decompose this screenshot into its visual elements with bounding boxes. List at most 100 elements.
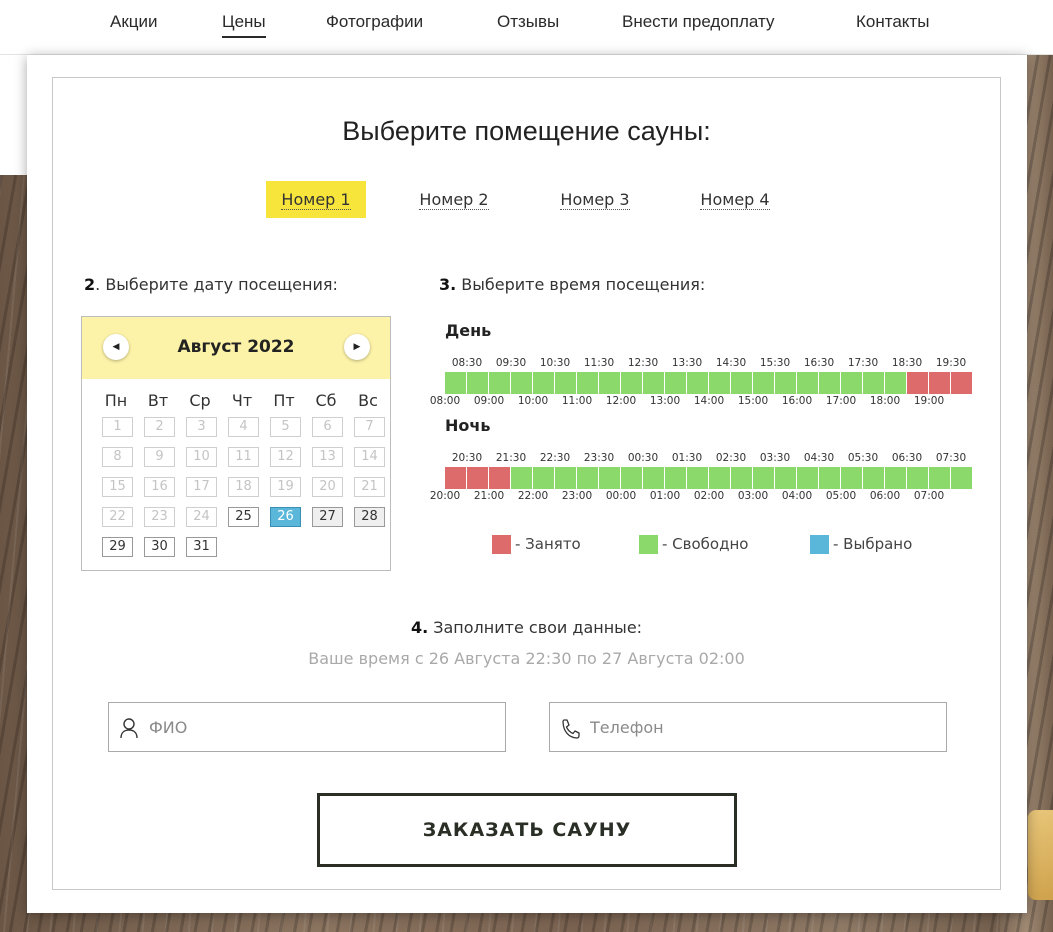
time-slot-free[interactable] <box>621 467 643 489</box>
phone-input[interactable] <box>590 703 940 751</box>
time-tick-label: 05:30 <box>847 452 879 464</box>
time-slot-free[interactable] <box>797 372 819 394</box>
time-tick-label: 17:30 <box>847 357 879 369</box>
calendar-day: 14 <box>354 447 385 467</box>
time-slot-free[interactable] <box>577 372 599 394</box>
time-slot-free[interactable] <box>863 372 885 394</box>
time-slot-free[interactable] <box>533 372 555 394</box>
time-slot-free[interactable] <box>819 372 841 394</box>
time-slot-free[interactable] <box>599 467 621 489</box>
nav-link-contacts[interactable]: Контакты <box>856 12 929 36</box>
time-slot-free[interactable] <box>819 467 841 489</box>
nav-link-photos[interactable]: Фотографии <box>326 12 423 36</box>
time-tick-label: 00:00 <box>605 490 637 502</box>
date-picker: ◀ Август 2022 ▶ Пн Вт Ср Чт Пт Сб Вс 1 2 3 4 5 6 7 8 9 1… <box>81 316 391 571</box>
time-tick-label: 10:30 <box>539 357 571 369</box>
time-slot-free[interactable] <box>511 372 533 394</box>
time-slot-free[interactable] <box>687 372 709 394</box>
calendar-day: 8 <box>102 447 133 467</box>
time-tick-label: 05:00 <box>825 490 857 502</box>
next-month-button[interactable]: ▶ <box>344 334 370 360</box>
time-slot-free[interactable] <box>907 467 929 489</box>
time-slot-free[interactable] <box>731 372 753 394</box>
weekday-label: Сб <box>315 391 337 410</box>
booking-card: Выберите помещение сауны: Номер 1 Номер … <box>27 55 1027 913</box>
name-input[interactable] <box>149 703 499 751</box>
nav-link-prices[interactable]: Цены <box>222 12 266 38</box>
time-slot-free[interactable] <box>753 372 775 394</box>
calendar-day: 21 <box>354 477 385 497</box>
calendar-day: 16 <box>144 477 175 497</box>
calendar-day[interactable]: 26 <box>270 507 301 527</box>
page-title: Выберите помещение сауны: <box>342 116 711 146</box>
calendar-day: 17 <box>186 477 217 497</box>
time-tick-label: 14:30 <box>715 357 747 369</box>
calendar-day[interactable]: 25 <box>228 507 259 527</box>
time-tick-label: 06:30 <box>891 452 923 464</box>
time-slot-free[interactable] <box>775 372 797 394</box>
nav-link-promotions[interactable]: Акции <box>110 12 158 36</box>
time-slot-free[interactable] <box>621 372 643 394</box>
calendar-day[interactable]: 30 <box>144 537 175 557</box>
time-slot-free[interactable] <box>731 467 753 489</box>
night-title: Ночь <box>445 416 491 435</box>
nav-link-reviews[interactable]: Отзывы <box>497 12 559 36</box>
time-slot-free[interactable] <box>753 467 775 489</box>
date-section-label: 2. Выберите дату посещения: <box>84 275 338 294</box>
room-tab-3[interactable]: Номер 3 <box>545 181 645 218</box>
time-slot-free[interactable] <box>863 467 885 489</box>
time-slot-free[interactable] <box>511 467 533 489</box>
time-slot-free[interactable] <box>797 467 819 489</box>
time-slot-free[interactable] <box>885 372 907 394</box>
time-slot-free[interactable] <box>467 372 489 394</box>
calendar-day[interactable]: 29 <box>102 537 133 557</box>
step-text: . Выберите дату посещения: <box>95 275 338 294</box>
top-navigation: Акции Цены Фотографии Отзывы Внести пред… <box>0 0 1053 55</box>
time-slot-free[interactable] <box>687 467 709 489</box>
time-slot-free[interactable] <box>841 372 863 394</box>
calendar-day: 11 <box>228 447 259 467</box>
time-tick-label: 22:00 <box>517 490 549 502</box>
phone-icon <box>562 719 580 739</box>
time-slot-free[interactable] <box>599 372 621 394</box>
time-slot-free[interactable] <box>533 467 555 489</box>
room-tab-label: Номер 4 <box>700 190 770 210</box>
time-slot-free[interactable] <box>445 372 467 394</box>
room-tab-2[interactable]: Номер 2 <box>404 181 504 218</box>
time-slot-free[interactable] <box>555 372 577 394</box>
time-slot-free[interactable] <box>665 372 687 394</box>
time-slot-free[interactable] <box>709 372 731 394</box>
order-sauna-button[interactable]: ЗАКАЗАТЬ САУНУ <box>317 793 737 867</box>
calendar-day: 2 <box>144 417 175 437</box>
calendar-day[interactable]: 31 <box>186 537 217 557</box>
room-tab-4[interactable]: Номер 4 <box>685 181 785 218</box>
step-text: Выберите время посещения: <box>456 275 706 294</box>
time-slot-free[interactable] <box>709 467 731 489</box>
calendar-day: 23 <box>144 507 175 527</box>
nav-link-prepayment[interactable]: Внести предоплату <box>622 12 775 36</box>
legend-selected-label: - Выбрано <box>833 535 913 553</box>
calendar-day: 15 <box>102 477 133 497</box>
room-tab-1[interactable]: Номер 1 <box>266 181 366 218</box>
time-slot-free[interactable] <box>555 467 577 489</box>
time-slot-free[interactable] <box>665 467 687 489</box>
booking-summary: Ваше время с 26 Августа 22:30 по 27 Авгу… <box>308 649 745 668</box>
time-slot-free[interactable] <box>577 467 599 489</box>
legend-free-swatch <box>639 535 658 554</box>
calendar-day: 13 <box>312 447 343 467</box>
time-slot-free[interactable] <box>951 467 973 489</box>
time-slot-free[interactable] <box>775 467 797 489</box>
calendar-day[interactable]: 27 <box>312 507 343 527</box>
calendar-header: ◀ Август 2022 ▶ <box>82 317 390 379</box>
weekday-label: Вт <box>147 391 169 410</box>
time-slot-free[interactable] <box>885 467 907 489</box>
time-slot-free[interactable] <box>489 372 511 394</box>
time-tick-label: 23:00 <box>561 490 593 502</box>
day-title: День <box>445 321 492 340</box>
time-slot-free[interactable] <box>841 467 863 489</box>
calendar-day[interactable]: 28 <box>354 507 385 527</box>
time-slot-free[interactable] <box>929 467 951 489</box>
time-slot-free[interactable] <box>643 467 665 489</box>
calendar-day: 5 <box>270 417 301 437</box>
time-slot-free[interactable] <box>643 372 665 394</box>
